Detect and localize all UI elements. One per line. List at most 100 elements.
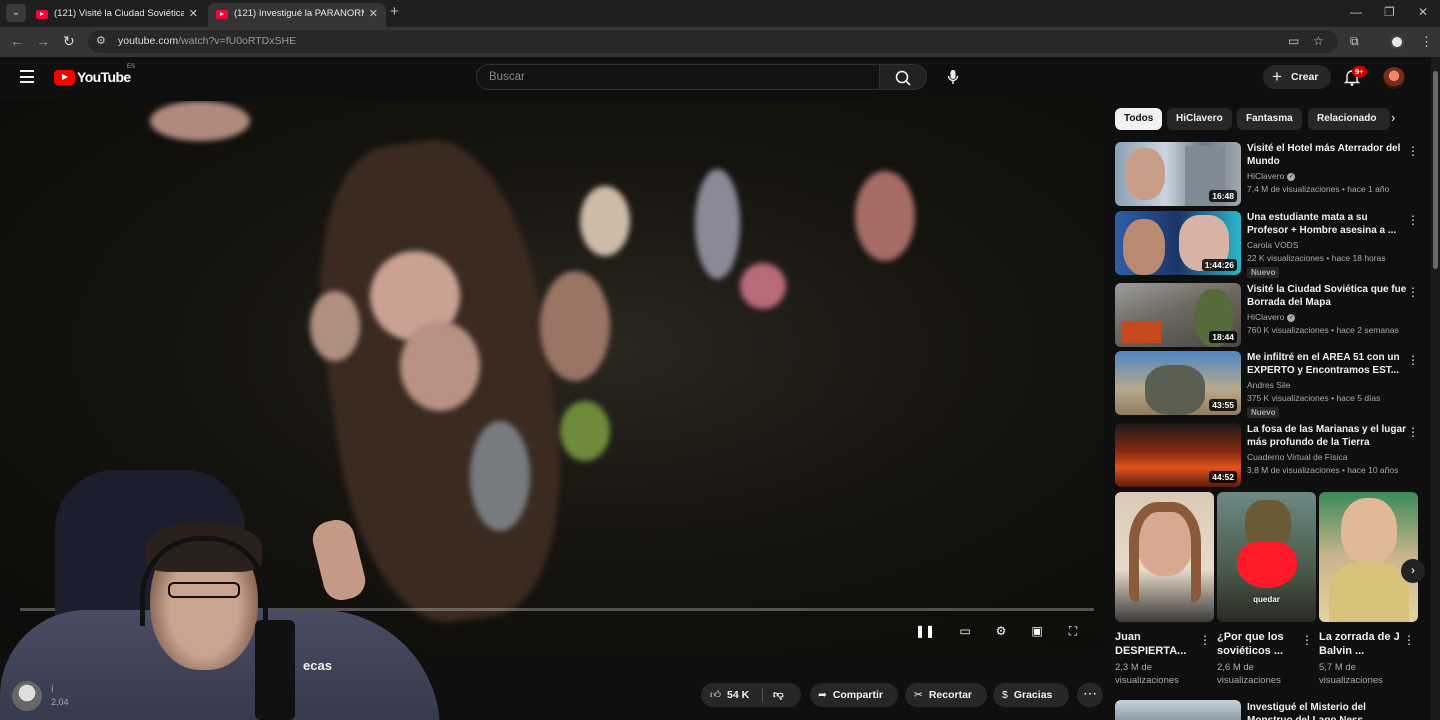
more-options-icon[interactable]: ⋮	[1407, 144, 1419, 158]
menu-kebab-icon[interactable]: ⋮	[1420, 34, 1433, 50]
share-button[interactable]: ➦ Compartir	[810, 683, 898, 707]
page-scrollbar[interactable]	[1431, 57, 1440, 720]
video-title[interactable]: Me infiltré en el AREA 51 con un EXPERTO…	[1247, 351, 1409, 377]
channel-name[interactable]: Carola VODS	[1247, 240, 1299, 250]
video-title[interactable]: Visité el Hotel más Aterrador del Mundo	[1247, 142, 1409, 168]
cast-icon[interactable]: ▭	[1288, 34, 1299, 48]
youtube-logo[interactable]: YouTube ES	[54, 64, 135, 85]
close-icon[interactable]: ✕	[369, 3, 378, 25]
minimize-icon[interactable]: —	[1350, 5, 1362, 19]
more-options-icon[interactable]: ⋮	[1403, 633, 1415, 647]
more-options-icon[interactable]: ⋮	[1407, 425, 1419, 439]
chip-hiclavero[interactable]: HiClavero	[1167, 108, 1232, 130]
thumbnail-dress	[1329, 562, 1409, 622]
short-title[interactable]: La zorrada de J Balvin ...	[1319, 630, 1403, 658]
channel-name[interactable]: HiClavero ✓	[1247, 312, 1296, 322]
short-thumbnail[interactable]	[1319, 492, 1418, 622]
site-info-icon[interactable]: ⚙	[96, 34, 106, 47]
like-button[interactable]: 👍︎ 54 K	[710, 689, 749, 701]
video-thumbnail[interactable]: 43:55	[1115, 351, 1241, 415]
channel-name[interactable]: HiClavero ✓	[1247, 171, 1296, 181]
video-frame-doll	[855, 171, 915, 261]
recommended-video[interactable]: 43:55 Me infiltré en el AREA 51 con un E…	[1115, 351, 1425, 418]
account-avatar[interactable]	[1383, 67, 1405, 89]
more-options-icon[interactable]: ⋮	[1301, 633, 1313, 647]
channel-name[interactable]: Andres Sile	[1247, 380, 1290, 390]
video-duration: 43:55	[1209, 399, 1237, 411]
scrollbar-thumb[interactable]	[1433, 71, 1438, 269]
bookmark-star-icon[interactable]: ☆	[1313, 34, 1324, 48]
url-bar[interactable]: ⚙ youtube.com/watch?v=fU0oRTDxSHE	[88, 30, 1338, 53]
browser-tab-1[interactable]: (121) Visité la Ciudad Soviética ✕	[28, 3, 206, 27]
window-close-icon[interactable]: ✕	[1418, 5, 1428, 19]
more-actions-button[interactable]: ⋯	[1077, 683, 1103, 707]
channel-avatar[interactable]	[12, 681, 42, 711]
maximize-icon[interactable]: ❐	[1384, 5, 1395, 19]
video-frame-doll	[740, 263, 786, 309]
recommended-video[interactable]: Investigué el Misterio del Monstruo del …	[1115, 700, 1425, 720]
chip-relacionado[interactable]: Relacionado	[1308, 108, 1390, 130]
short-title[interactable]: Juan DESPIERTA...	[1115, 630, 1199, 658]
short-title[interactable]: ¿Por que los soviéticos ...	[1217, 630, 1301, 658]
create-button[interactable]: + Crear	[1263, 65, 1331, 89]
short-item[interactable]: quedar ¿Por que los soviéticos ... 2,6 M…	[1217, 492, 1316, 687]
settings-gear-icon[interactable]: ⚙	[990, 621, 1012, 641]
recommended-video[interactable]: 16:48 Visité el Hotel más Aterrador del …	[1115, 142, 1425, 206]
chevron-right-icon[interactable]: ›	[1391, 110, 1395, 125]
more-options-icon[interactable]: ⋮	[1407, 353, 1419, 367]
video-title[interactable]: Visité la Ciudad Soviética que fue Borra…	[1247, 283, 1409, 309]
back-icon[interactable]: ←	[10, 33, 24, 49]
extensions-icon[interactable]: ⧉	[1350, 34, 1359, 49]
more-options-icon[interactable]: ⋮	[1199, 633, 1211, 647]
channel-name[interactable]: Cuaderno Virtual de Física	[1247, 452, 1347, 462]
video-thumbnail[interactable]: 44:52	[1115, 423, 1241, 487]
short-item[interactable]: Juan DESPIERTA... 2,3 M de visualizacion…	[1115, 492, 1214, 687]
youtube-favicon	[36, 10, 48, 19]
chevron-right-icon[interactable]: ›	[1401, 559, 1425, 583]
recommended-video[interactable]: 18:44 Visité la Ciudad Soviética que fue…	[1115, 283, 1425, 347]
close-icon[interactable]: ✕	[189, 3, 198, 25]
new-tab-icon[interactable]: +	[390, 3, 399, 20]
reload-icon[interactable]: ↻	[63, 33, 75, 50]
thumbnail-soldier	[1145, 365, 1205, 415]
short-views: 2,3 M de visualizaciones	[1115, 662, 1179, 686]
video-title[interactable]: Una estudiante mata a su Profesor + Homb…	[1247, 211, 1409, 237]
short-thumbnail[interactable]	[1115, 492, 1214, 622]
voice-search-button[interactable]	[940, 64, 966, 90]
video-meta: 3,8 M de visualizaciones • hace 10 años	[1247, 465, 1399, 475]
chip-fantasma[interactable]: Fantasma	[1237, 108, 1302, 130]
short-thumbnail[interactable]: quedar	[1217, 492, 1316, 622]
chip-todos[interactable]: Todos	[1115, 108, 1163, 130]
search-input[interactable]: Buscar	[476, 64, 880, 90]
more-options-icon[interactable]: ⋮	[1407, 285, 1419, 299]
hamburger-menu-icon[interactable]	[20, 70, 34, 87]
webcam-mic-arm	[255, 620, 295, 720]
video-thumbnail[interactable]: 16:48	[1115, 142, 1241, 206]
video-thumbnail[interactable]: 1:44:26	[1115, 211, 1241, 275]
video-title[interactable]: La fosa de las Marianas y el lugar más p…	[1247, 423, 1409, 449]
channel-name[interactable]: I	[51, 684, 54, 694]
video-thumbnail[interactable]: 18:44	[1115, 283, 1241, 347]
subtitles-icon[interactable]: ▭	[954, 621, 976, 641]
search-button[interactable]	[879, 64, 927, 90]
recommended-video[interactable]: 1:44:26 Una estudiante mata a su Profeso…	[1115, 211, 1425, 278]
theater-mode-icon[interactable]: ▣	[1026, 621, 1048, 641]
channel-label: HiClavero	[1247, 171, 1285, 181]
tab-search-icon[interactable]: ⌄	[6, 4, 26, 22]
fullscreen-icon[interactable]: ⛶	[1062, 621, 1084, 641]
pause-icon[interactable]: ❚❚	[914, 621, 936, 641]
recommended-video[interactable]: 44:52 La fosa de las Marianas y el lugar…	[1115, 423, 1425, 487]
video-title[interactable]: Investigué el Misterio del Monstruo del …	[1247, 701, 1409, 720]
browser-tab-2[interactable]: (121) Investigué la PARANORMAL ✕	[208, 3, 386, 27]
share-icon: ➦	[818, 689, 827, 701]
more-options-icon[interactable]: ⋮	[1407, 213, 1419, 227]
thanks-button[interactable]: $ Gracias	[993, 683, 1069, 707]
short-item[interactable]: La zorrada de J Balvin ... 5,7 M de visu…	[1319, 492, 1418, 687]
forward-icon[interactable]: →	[36, 33, 50, 49]
profile-icon[interactable]	[1390, 35, 1404, 49]
clip-button[interactable]: ✂ Recortar	[905, 683, 987, 707]
dislike-button[interactable]: 👎︎	[773, 683, 784, 707]
super-thanks-icon: $	[1002, 689, 1008, 701]
video-thumbnail[interactable]	[1115, 700, 1241, 720]
microphone-icon	[947, 70, 959, 84]
